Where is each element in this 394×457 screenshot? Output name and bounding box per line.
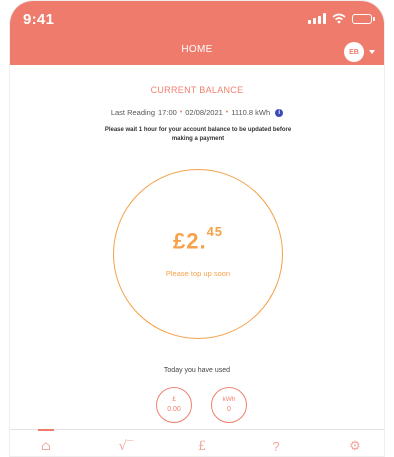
bottom-tab-bar: ⌂ √‾ £ ? ⚙ bbox=[10, 429, 384, 456]
last-reading-line: Last Reading 17:00 • 02/08/2021 • 1110.8… bbox=[10, 108, 384, 117]
separator-dot: • bbox=[225, 109, 229, 116]
last-reading-label: Last Reading bbox=[110, 108, 156, 117]
cost-value: 0.00 bbox=[167, 406, 181, 413]
cost-unit: £ bbox=[172, 396, 176, 403]
balance-amount-pence: 45 bbox=[206, 224, 224, 239]
wifi-icon bbox=[332, 13, 346, 24]
gear-icon: ⚙ bbox=[349, 438, 361, 454]
energy-used-circle: kWh 0 bbox=[211, 387, 247, 423]
app-header: 9:41 HOME EB bbox=[10, 1, 384, 65]
status-time: 9:41 bbox=[23, 11, 55, 28]
tab-help[interactable]: ? bbox=[264, 436, 288, 456]
cost-used-circle: £ 0.00 bbox=[156, 387, 192, 423]
home-icon: ⌂ bbox=[41, 438, 51, 454]
chevron-down-icon[interactable] bbox=[369, 50, 375, 54]
tab-settings[interactable]: ⚙ bbox=[343, 436, 367, 456]
avatar[interactable]: EB bbox=[344, 42, 364, 62]
usage-label: Today you have used bbox=[163, 367, 231, 374]
status-icons bbox=[308, 13, 375, 24]
separator-dot: • bbox=[179, 109, 183, 116]
topup-message: Please top up soon bbox=[165, 269, 231, 278]
pound-icon: £ bbox=[197, 438, 207, 454]
usage-icon: √‾ bbox=[118, 438, 134, 454]
tab-home[interactable]: ⌂ bbox=[34, 429, 58, 456]
balance-section-title: CURRENT BALANCE bbox=[150, 85, 244, 95]
balance-amount-main: £2. bbox=[172, 228, 207, 254]
tab-payment[interactable]: £ bbox=[190, 436, 214, 456]
tab-usage[interactable]: √‾ bbox=[114, 436, 138, 456]
page-title: HOME bbox=[181, 44, 213, 55]
signal-icon bbox=[308, 13, 326, 24]
last-reading-time: 17:00 bbox=[158, 108, 177, 117]
app-screen: 9:41 HOME EB CURRENT BALANCE Last Readin… bbox=[9, 0, 385, 457]
help-icon: ? bbox=[272, 438, 280, 454]
balance-circle: £2.45 Please top up soon bbox=[113, 169, 283, 339]
info-icon[interactable]: i bbox=[275, 108, 284, 117]
energy-value: 0 bbox=[227, 406, 231, 413]
last-reading-date: 02/08/2021 bbox=[185, 108, 223, 117]
balance-amount: £2.45 bbox=[114, 224, 282, 254]
balance-update-notice: Please wait 1 hour for your account bala… bbox=[104, 127, 292, 142]
energy-unit: kWh bbox=[222, 396, 236, 403]
last-reading-value: 1110.8 kWh bbox=[231, 108, 271, 117]
battery-icon bbox=[352, 13, 375, 24]
